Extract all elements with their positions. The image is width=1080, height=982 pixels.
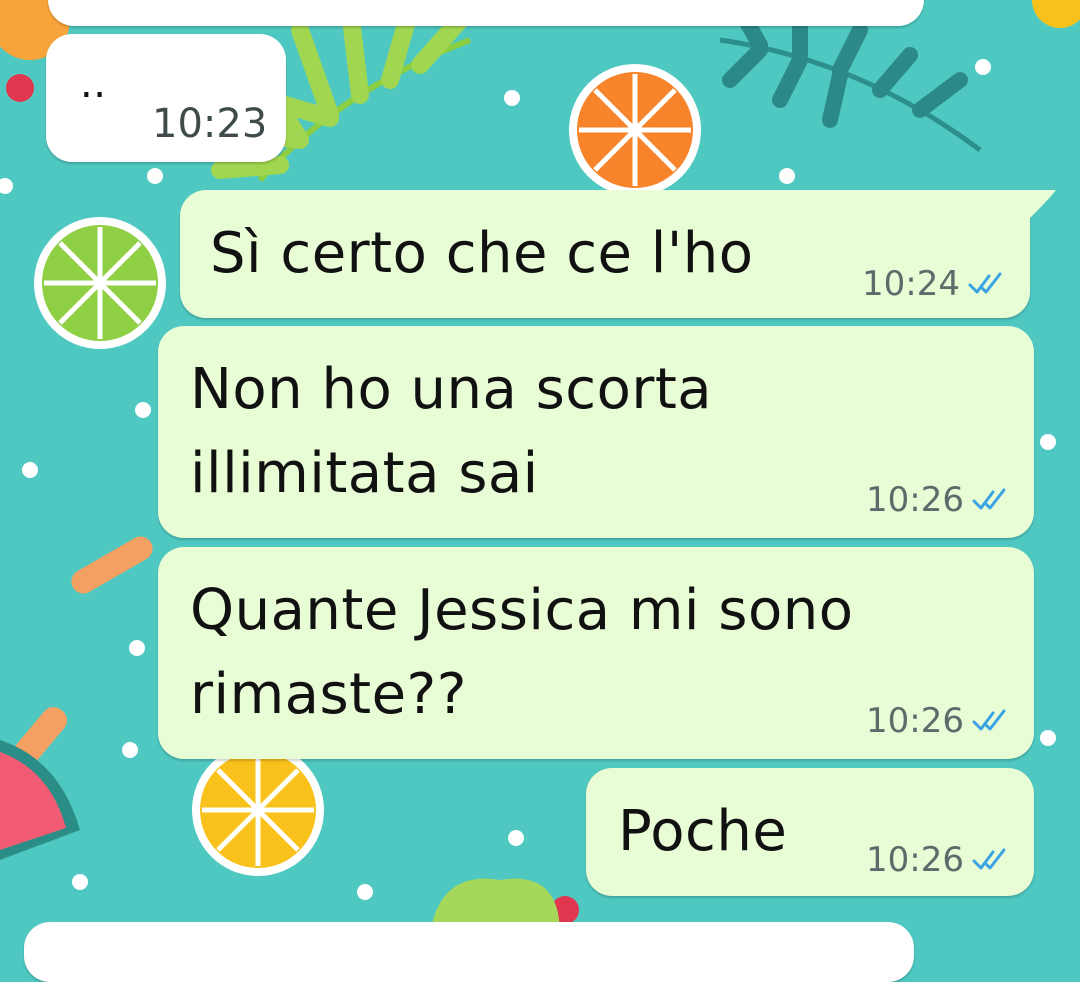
timestamp-text: 10:23 (152, 101, 268, 147)
message-text: Quante Jessica mi sono rimaste?? (190, 578, 854, 727)
timestamp-text: 10:26 (866, 701, 964, 741)
double-check-icon (972, 709, 1008, 733)
message-meta: 10:26 (866, 701, 1008, 741)
double-check-icon (968, 272, 1004, 296)
message-text: Non ho una scorta illimitata sai (190, 357, 713, 506)
orange-slice-decoration (569, 64, 701, 196)
message-bubble-outgoing[interactable]: Non ho una scorta illimitata sai 10:26 (158, 326, 1034, 538)
message-bubble-outgoing[interactable]: Sì certo che ce l'ho 10:24 (180, 190, 1030, 318)
bubble-tail (1020, 190, 1056, 218)
message-bubble-outgoing[interactable]: Quante Jessica mi sono rimaste?? 10:26 (158, 547, 1034, 759)
message-text: Sì certo che ce l'ho (210, 221, 754, 286)
message-meta: 10:26 (866, 840, 1008, 880)
lemon-slice-decoration (192, 744, 324, 876)
previous-message-bubble (48, 0, 924, 26)
timestamp-text: 10:26 (866, 840, 964, 880)
next-message-bubble (24, 922, 914, 982)
message-text: Poche (618, 799, 788, 864)
lime-slice-decoration (34, 217, 166, 349)
message-meta: 10:24 (862, 264, 1004, 304)
message-bubble-incoming[interactable]: .. 10:23 (46, 34, 286, 162)
timestamp-text: 10:24 (862, 264, 960, 304)
message-meta: 10:26 (866, 480, 1008, 520)
message-bubble-outgoing[interactable]: Poche 10:26 (586, 768, 1034, 896)
double-check-icon (972, 848, 1008, 872)
message-text: .. (80, 61, 107, 107)
timestamp-text: 10:26 (866, 480, 964, 520)
message-timestamp: 10:23 (152, 101, 267, 147)
double-check-icon (972, 488, 1008, 512)
